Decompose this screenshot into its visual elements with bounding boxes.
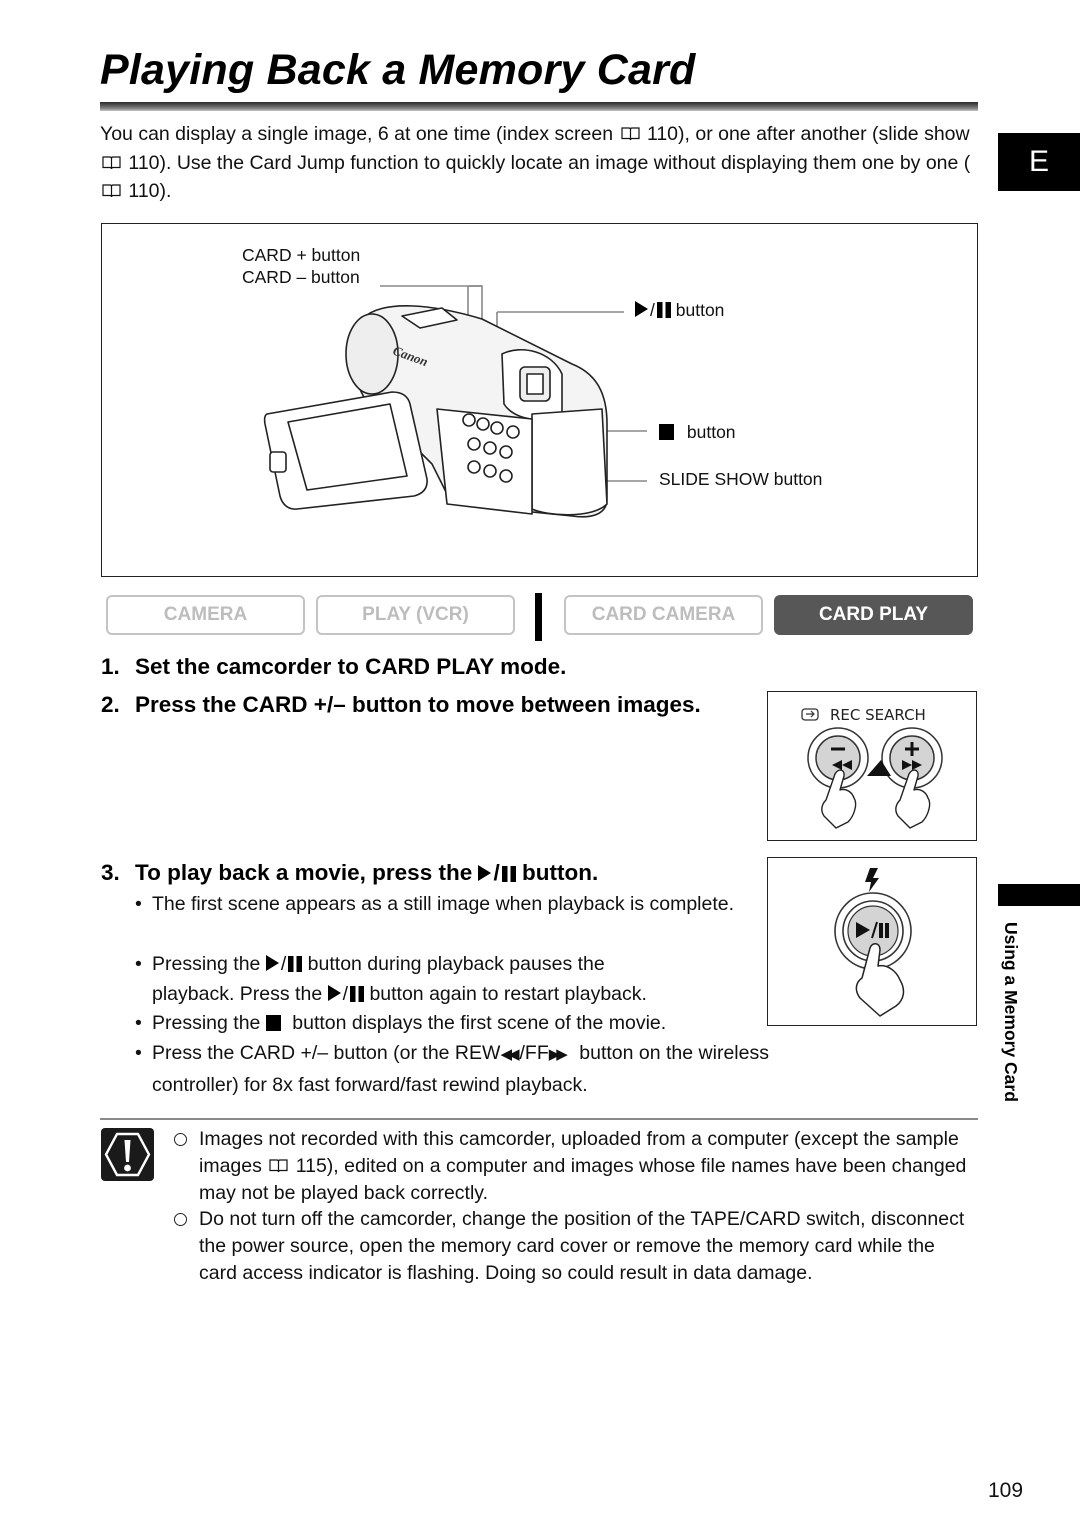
bullet-text: button again to restart playback.	[369, 983, 647, 1005]
bullet-text: Press the CARD +/– button (or the REW	[152, 1042, 501, 1064]
intro-text-2: 110), or one after another (slide show	[646, 123, 970, 145]
bullet-text: button displays the first scene of the m…	[292, 1012, 667, 1034]
bullet-item: • Press the CARD +/– button (or the REW◀…	[135, 1038, 935, 1100]
play-pause-illustration	[767, 857, 977, 1026]
pause-icon	[288, 956, 303, 972]
caution-item: Do not turn off the camcorder, change th…	[174, 1206, 974, 1286]
rewind-icon: ◀◀	[500, 1046, 519, 1063]
step-text-end: button.	[522, 860, 599, 885]
step-text: Press the CARD +/– button to move betwee…	[135, 692, 701, 717]
caution-text: Do not turn off the camcorder, change th…	[199, 1208, 965, 1284]
intro-paragraph: You can display a single image, 6 at one…	[100, 120, 980, 206]
section-tab-bar	[998, 884, 1080, 906]
bullet-item: • The first scene appears as a still ima…	[135, 889, 755, 919]
play-icon	[635, 301, 648, 317]
section-label: Using a Memory Card	[1001, 922, 1021, 1102]
play-icon	[478, 865, 492, 881]
label-slide-show: SLIDE SHOW button	[659, 469, 823, 489]
camcorder-illustration: Canon	[263, 285, 647, 518]
caution-item: Images not recorded with this camcorder,…	[174, 1126, 974, 1206]
step-text: To play back a movie, press the	[135, 860, 473, 885]
mode-play-vcr: PLAY (VCR)	[316, 595, 515, 635]
bullet-dot: •	[135, 1012, 142, 1034]
page-number: 109	[988, 1479, 1024, 1502]
bullet-item: • Pressing the button displays the first…	[135, 1008, 775, 1038]
intro-text-3: 110). Use the Card Jump function to quic…	[128, 151, 971, 174]
circle-bullet-icon	[174, 1213, 187, 1227]
bullet-text: /FF	[519, 1042, 549, 1064]
caution-list: Images not recorded with this camcorder,…	[174, 1126, 974, 1287]
step-text: Set the camcorder to CARD PLAY mode.	[135, 654, 567, 679]
mode-card-play: CARD PLAY	[774, 595, 973, 635]
step-number: 2.	[101, 692, 120, 717]
fast-forward-icon: ▶▶	[548, 1046, 568, 1063]
bullet-dot: •	[135, 953, 142, 975]
bullet-text: playback. Press the	[152, 983, 323, 1005]
circle-bullet-icon	[174, 1133, 187, 1146]
rec-search-illustration: REC SEARCH	[767, 691, 977, 841]
mode-card-camera: CARD CAMERA	[564, 595, 763, 635]
play-icon	[265, 955, 279, 971]
step-number: 3.	[101, 860, 120, 885]
book-reference-icon	[102, 184, 121, 198]
bullet-text: Pressing the	[152, 953, 261, 975]
step-number: 1.	[101, 654, 120, 679]
book-reference-icon	[102, 155, 121, 169]
page-title: Playing Back a Memory Card	[100, 46, 696, 94]
step-2: 2. Press the CARD +/– button to move betw…	[101, 690, 735, 720]
label-play-pause: / button	[635, 300, 724, 321]
label-stop: button	[659, 422, 736, 443]
camcorder-figure: Canon CARD + button CARD – button / butt…	[101, 223, 978, 577]
play-pause-button-illustration	[834, 868, 912, 1017]
pause-icon	[501, 866, 516, 882]
title-rule	[100, 102, 978, 111]
bullet-text: The first scene appears as a still image…	[152, 893, 735, 915]
bullet-text: button during playback pauses the	[307, 953, 605, 975]
bullet-dot: •	[135, 893, 142, 915]
rec-search-label: REC SEARCH	[830, 706, 926, 724]
label-stop-text: button	[686, 422, 736, 442]
bullet-text: controller) for 8x fast forward/fast rew…	[152, 1074, 588, 1096]
step-3: 3. To play back a movie, press the / butt…	[101, 858, 761, 888]
pause-icon	[350, 986, 365, 1002]
book-reference-icon	[620, 127, 640, 141]
bullet-item: • Pressing the / button during playback …	[135, 949, 755, 1009]
mode-separator	[535, 593, 542, 641]
intro-text-4: 110).	[128, 180, 172, 202]
bullet-text: Pressing the	[152, 1012, 261, 1034]
label-play-pause-text: button	[675, 300, 725, 320]
label-card-plus: CARD + button	[242, 245, 361, 265]
language-tab: E	[998, 133, 1080, 191]
caution-divider	[100, 1118, 978, 1120]
mode-indicator-bar: CAMERA PLAY (VCR) CARD CAMERA CARD PLAY	[106, 593, 974, 641]
intro-text-1: You can display a single image, 6 at one…	[100, 123, 614, 145]
play-icon	[327, 985, 341, 1001]
bullet-dot: •	[135, 1042, 142, 1064]
pause-icon	[656, 302, 671, 318]
caution-icon	[101, 1128, 154, 1181]
bullet-text: button on the wireless	[579, 1042, 769, 1064]
label-card-minus: CARD – button	[242, 267, 360, 287]
caution-text: 115), edited on a computer and images wh…	[199, 1154, 967, 1204]
stop-icon	[265, 1015, 281, 1031]
book-reference-icon	[269, 1159, 288, 1172]
stop-icon	[659, 424, 674, 440]
mode-camera: CAMERA	[106, 595, 305, 635]
card-plus-minus-buttons-illustration: REC SEARCH	[801, 706, 943, 829]
step-1: 1. Set the camcorder to CARD PLAY mode.	[101, 652, 741, 682]
